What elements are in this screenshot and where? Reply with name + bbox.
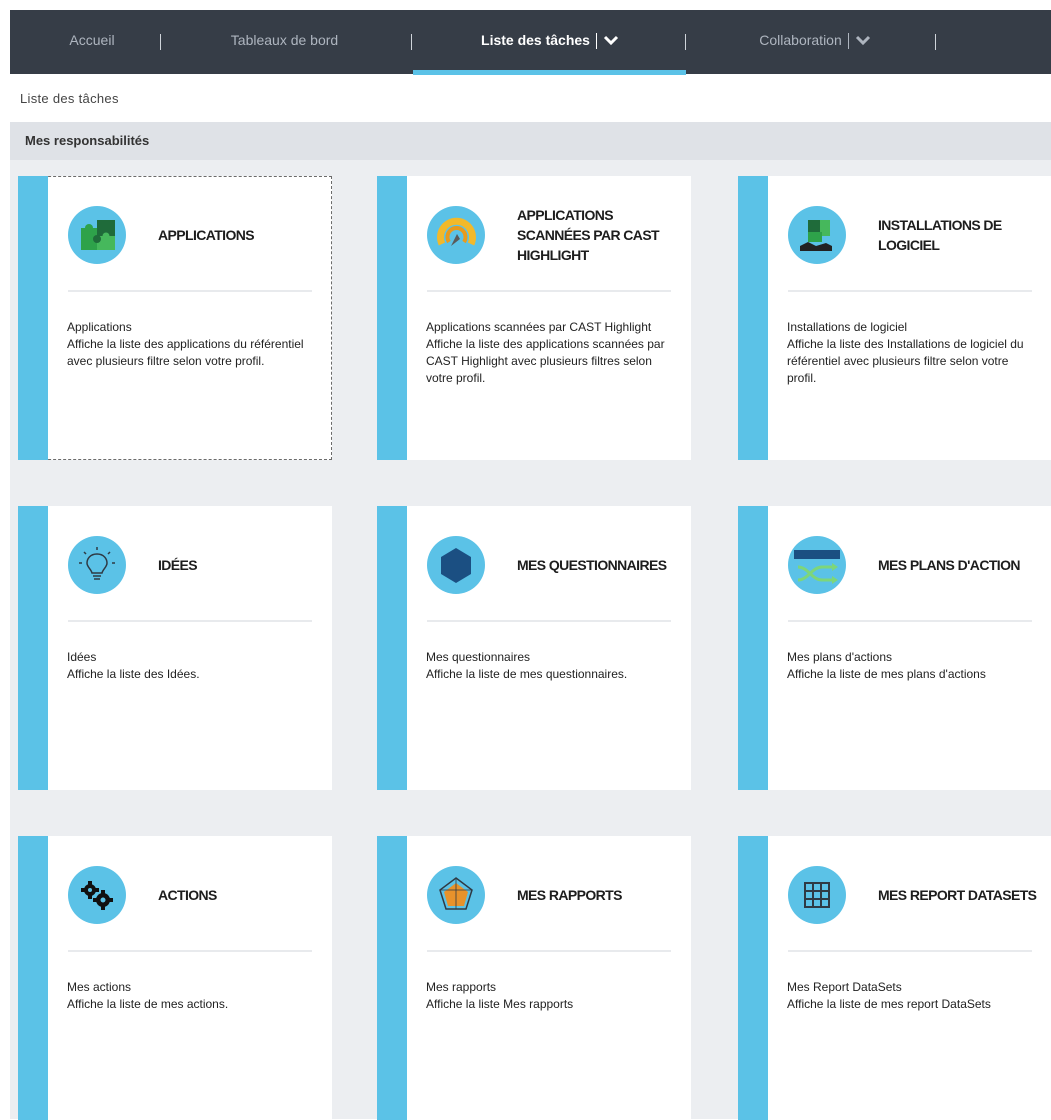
chevron-down-icon[interactable]: [603, 11, 619, 71]
tile-subtitle: Mes plans d'actions: [787, 650, 893, 664]
tile-description: Installations de logiciel Affiche la lis…: [787, 319, 1037, 387]
nav-tab-collaboration[interactable]: Collaboration: [745, 10, 885, 74]
nav-tab-label: Tableaux de bord: [230, 32, 339, 48]
section-title: Mes responsabilités: [25, 133, 150, 148]
tile-description: Applications Affiche la liste des applic…: [67, 319, 317, 370]
tile-accent-stripe: [377, 506, 407, 790]
tile-divider: [788, 950, 1032, 952]
tile-divider: [427, 620, 671, 622]
tile-description-text: Affiche la liste des applications du réf…: [67, 337, 304, 368]
tile-title: MES PLANS D'ACTION: [878, 557, 1020, 573]
grid-table-icon: [788, 866, 846, 924]
nav-tab-liste-des-taches[interactable]: Liste des tâches: [460, 10, 640, 74]
tile-accent-stripe: [377, 176, 407, 460]
tile-divider: [427, 290, 671, 292]
nav-tab-label: Accueil: [69, 32, 115, 48]
tile-accent-stripe: [738, 176, 768, 460]
nav-tab-accueil[interactable]: Accueil: [62, 10, 122, 74]
nav-separator: [411, 34, 412, 50]
nav-tab-label: Liste des tâches: [481, 32, 590, 48]
nav-tab-divider: [847, 33, 849, 50]
tile-divider: [788, 620, 1032, 622]
tile-description: Idées Affiche la liste des Idées.: [67, 649, 317, 683]
tile-description-text: Affiche la liste de mes actions.: [67, 997, 229, 1011]
tile-accent-stripe: [18, 836, 48, 1120]
tile-description-text: Affiche la liste des Installations de lo…: [787, 337, 1024, 385]
tile-description-text: Affiche la liste Mes rapports: [426, 997, 574, 1011]
tile-divider: [68, 290, 312, 292]
tile-description: Mes questionnaires Affiche la liste de m…: [426, 649, 676, 683]
tile-title: MES RAPPORTS: [517, 887, 622, 903]
tile-accent-stripe: [377, 836, 407, 1120]
tile-divider: [427, 950, 671, 952]
tile-divider: [68, 950, 312, 952]
tile-subtitle: Idées: [67, 650, 97, 664]
hexagon-icon: [427, 536, 485, 594]
tile-applications[interactable]: APPLICATIONS Applications Affiche la lis…: [18, 176, 332, 460]
tile-subtitle: Installations de logiciel: [787, 320, 908, 334]
nav-separator: [935, 34, 936, 50]
nav-separator: [160, 34, 161, 50]
tile-description-text: Affiche la liste de mes report DataSets: [787, 997, 991, 1011]
tile-description: Applications scannées par CAST Highlight…: [426, 319, 676, 387]
tile-subtitle: Applications scannées par CAST Highlight: [426, 320, 652, 334]
tile-subtitle: Mes rapports: [426, 980, 497, 994]
tile-title: APPLICATIONS: [158, 227, 255, 243]
gauge-icon: [427, 206, 485, 264]
tile-subtitle: Mes Report DataSets: [787, 980, 902, 994]
tile-software-installations[interactable]: INSTALLATIONS DE LOGICIEL Installations …: [738, 176, 1051, 460]
tile-description-text: Affiche la liste de mes plans d'actions: [787, 667, 986, 681]
tile-actions[interactable]: ACTIONS Mes actions Affiche la liste de …: [18, 836, 332, 1120]
tile-description: Mes plans d'actions Affiche la liste de …: [787, 649, 1037, 683]
tile-title: INSTALLATIONS DE LOGICIEL: [878, 217, 1002, 253]
software-install-icon: [788, 206, 846, 264]
tile-ideas[interactable]: IDÉES Idées Affiche la liste des Idées.: [18, 506, 332, 790]
active-tab-indicator: [413, 70, 686, 75]
tile-description: Mes actions Affiche la liste de mes acti…: [67, 979, 317, 1013]
tile-accent-stripe: [18, 176, 48, 460]
tile-accent-stripe: [738, 506, 768, 790]
nav-tab-divider: [595, 33, 597, 50]
tile-accent-stripe: [738, 836, 768, 1120]
tile-accent-stripe: [18, 506, 48, 790]
tile-title: APPLICATIONS SCANNÉES PAR CAST HIGHLIGHT: [517, 207, 660, 263]
radar-chart-icon: [427, 866, 485, 924]
puzzle-icon: [68, 206, 126, 264]
tile-applications-cast-highlight[interactable]: APPLICATIONS SCANNÉES PAR CAST HIGHLIGHT…: [377, 176, 691, 460]
top-navigation: Accueil Tableaux de bord Liste des tâche…: [10, 10, 1051, 75]
tile-my-questionnaires[interactable]: MES QUESTIONNAIRES Mes questionnaires Af…: [377, 506, 691, 790]
tile-my-report-datasets[interactable]: MES REPORT DATASETS Mes Report DataSets …: [738, 836, 1051, 1120]
tile-description-text: Affiche la liste de mes questionnaires.: [426, 667, 628, 681]
tile-subtitle: Mes actions: [67, 980, 132, 994]
action-plan-icon: [788, 536, 846, 594]
nav-separator: [685, 34, 686, 50]
gears-icon: [68, 866, 126, 924]
tile-description: Mes Report DataSets Affiche la liste de …: [787, 979, 1037, 1013]
lightbulb-icon: [68, 536, 126, 594]
breadcrumb: Liste des tâches: [20, 91, 119, 106]
tile-description-text: Affiche la liste des Idées.: [67, 667, 200, 681]
tile-title: MES REPORT DATASETS: [878, 887, 1037, 903]
nav-tab-label: Collaboration: [759, 32, 842, 48]
nav-tab-tableaux-de-bord[interactable]: Tableaux de bord: [222, 10, 347, 74]
tile-my-action-plans[interactable]: MES PLANS D'ACTION Mes plans d'actions A…: [738, 506, 1051, 790]
tile-divider: [788, 290, 1032, 292]
tile-title: ACTIONS: [158, 887, 217, 903]
section-header: Mes responsabilités: [10, 122, 1051, 160]
tile-description: Mes rapports Affiche la liste Mes rappor…: [426, 979, 676, 1013]
tile-divider: [68, 620, 312, 622]
tile-title: IDÉES: [158, 557, 198, 573]
tile-title: MES QUESTIONNAIRES: [517, 557, 667, 573]
tile-description-text: Affiche la liste des applications scanné…: [426, 337, 665, 385]
chevron-down-icon[interactable]: [855, 11, 871, 71]
tile-subtitle: Applications: [67, 320, 132, 334]
tile-subtitle: Mes questionnaires: [426, 650, 531, 664]
tile-my-reports[interactable]: MES RAPPORTS Mes rapports Affiche la lis…: [377, 836, 691, 1120]
